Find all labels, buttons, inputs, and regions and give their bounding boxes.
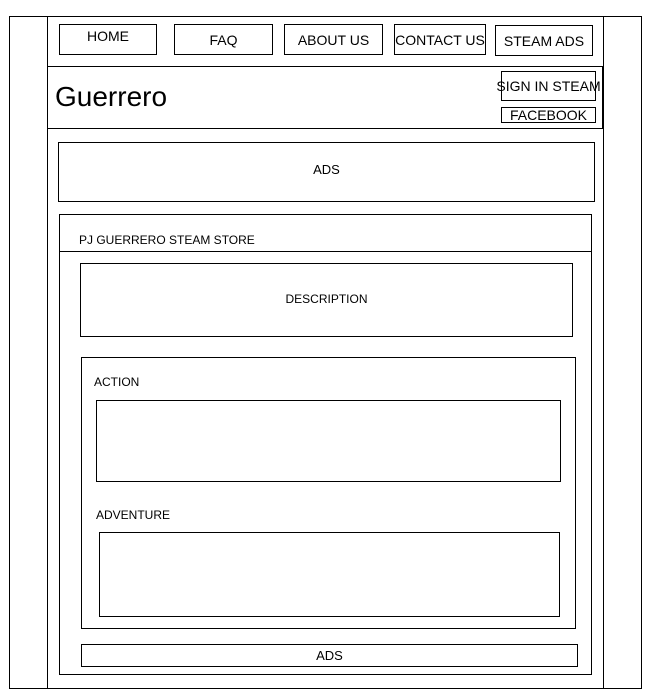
nav-faq-button[interactable]: FAQ <box>174 24 273 55</box>
nav-home-button[interactable]: HOME <box>59 24 157 55</box>
sign-in-steam-label: SIGN IN STEAM <box>496 78 601 94</box>
bottom-ad-label: ADS <box>316 648 343 663</box>
nav-contact-button[interactable]: CONTACT US <box>394 24 486 55</box>
adventure-category-label: ADVENTURE <box>96 508 171 522</box>
facebook-label: FACEBOOK <box>509 107 588 123</box>
top-ad-label: ADS <box>313 161 340 177</box>
site-title: Guerrero <box>55 81 168 112</box>
nav-about-label: ABOUT US <box>297 31 370 48</box>
store-title: PJ GUERRERO STEAM STORE <box>79 233 255 247</box>
nav-about-button[interactable]: ABOUT US <box>284 24 383 55</box>
adventure-game-list[interactable] <box>99 532 560 617</box>
description-label: DESCRIPTION <box>285 292 368 306</box>
bottom-ad-box: ADS <box>81 644 578 667</box>
sign-in-steam-button[interactable]: SIGN IN STEAM <box>496 71 601 101</box>
nav-contact-label: CONTACT US <box>395 31 485 48</box>
nav-faq-label: FAQ <box>209 31 238 48</box>
action-category-label: ACTION <box>94 375 140 389</box>
action-game-list[interactable] <box>96 400 561 482</box>
store-title-divider <box>59 251 592 252</box>
facebook-button[interactable]: FACEBOOK <box>501 107 596 123</box>
description-box: DESCRIPTION <box>80 263 573 337</box>
nav-steam-ads-label: STEAM ADS <box>503 32 585 49</box>
nav-steam-ads-button[interactable]: STEAM ADS <box>495 25 593 56</box>
top-ad-box: ADS <box>58 142 595 202</box>
nav-home-label: HOME <box>87 27 129 44</box>
